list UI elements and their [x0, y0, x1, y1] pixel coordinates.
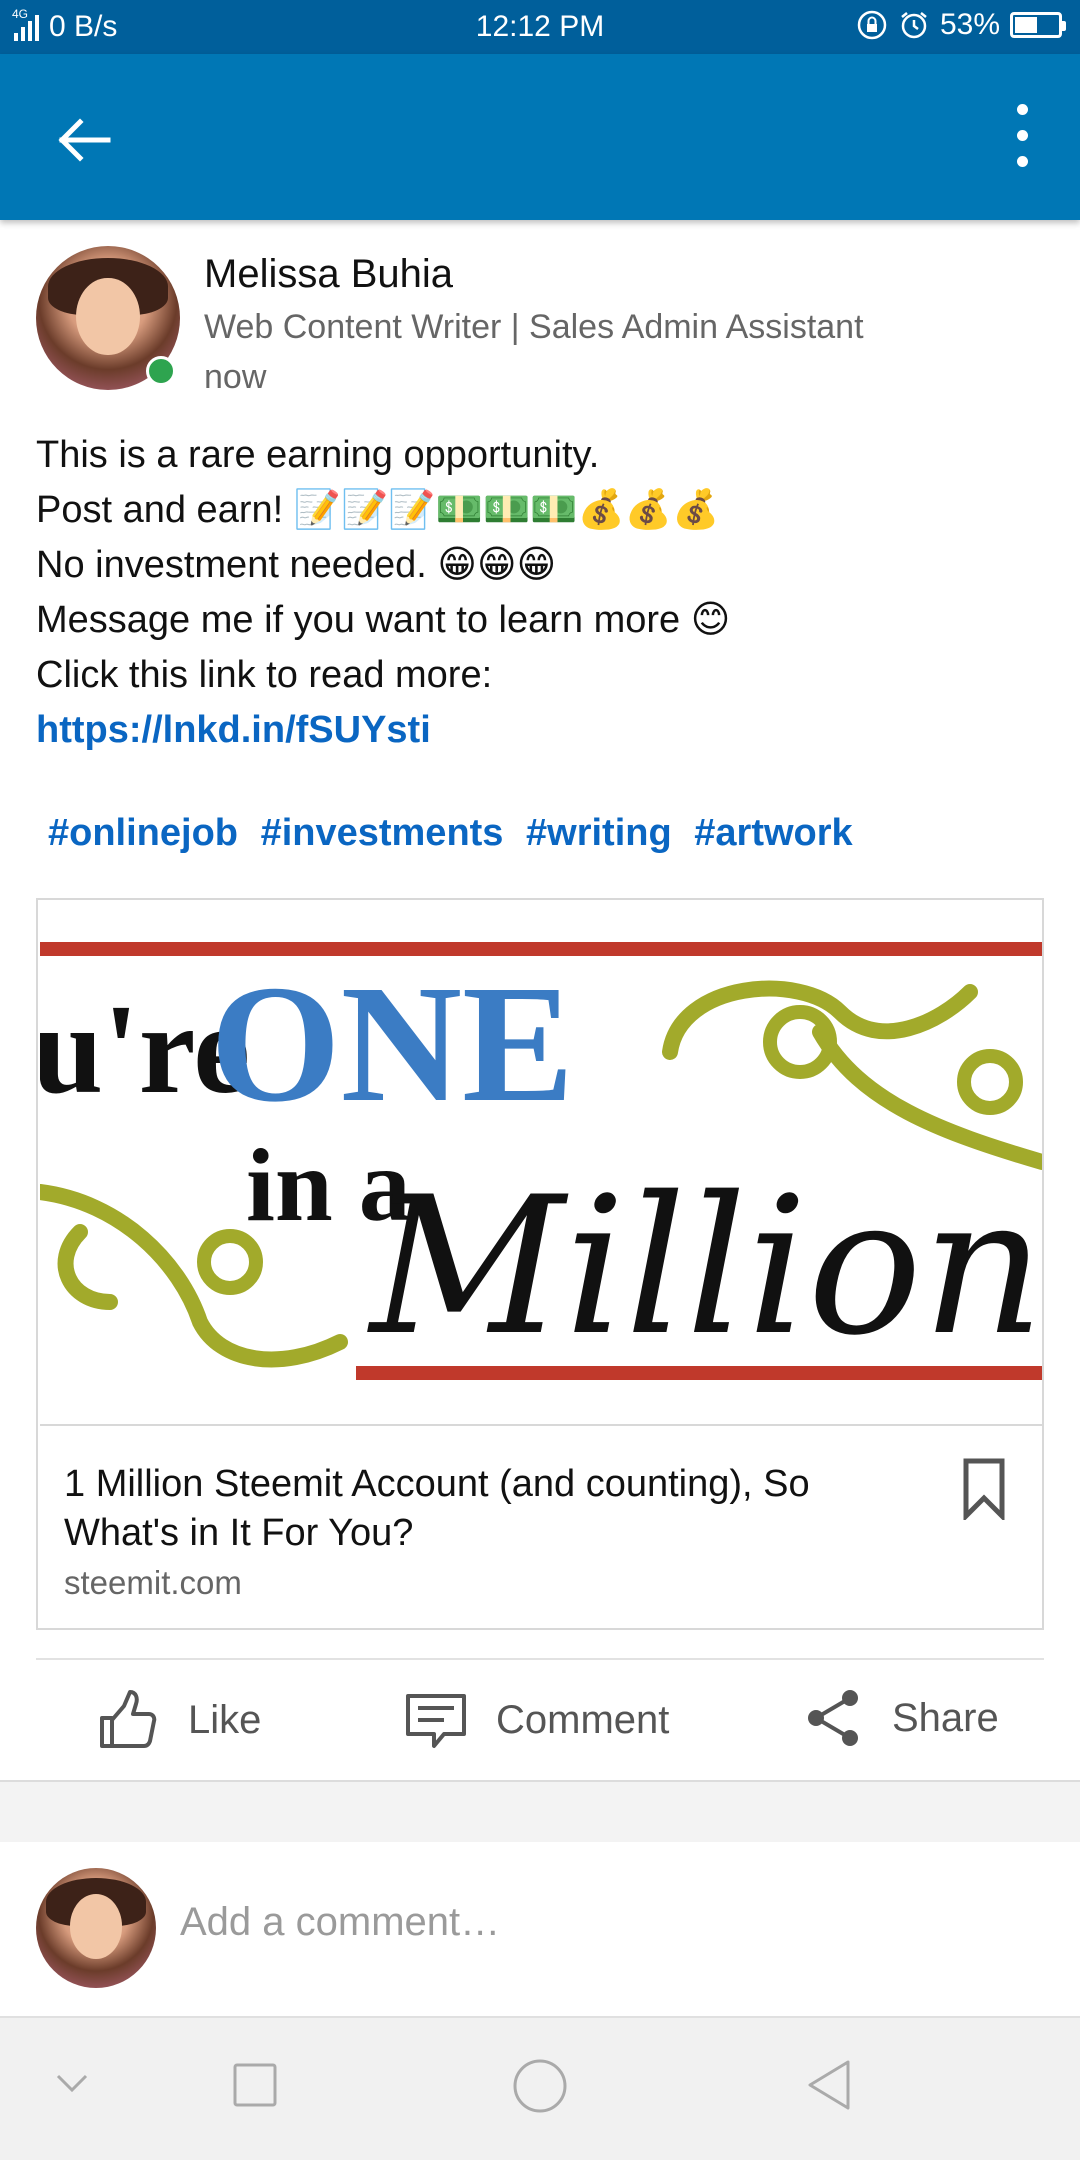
battery-percent: 53% — [939, 8, 1000, 41]
back-nav-icon[interactable] — [804, 2058, 854, 2112]
article-card[interactable]: u're ONE in a Million 1 Million Steemit … — [36, 898, 1044, 1630]
lock-rotation-icon — [857, 10, 887, 40]
more-vertical-icon — [1004, 104, 1040, 167]
like-button[interactable]: Like — [96, 1688, 261, 1752]
hashtag-artwork[interactable]: #artwork — [694, 812, 852, 854]
banner-text-million: Million — [367, 1156, 1042, 1377]
battery-icon — [1010, 12, 1066, 38]
post-actions: Like Comment Share — [0, 1664, 1080, 1774]
comment-label: Comment — [496, 1697, 670, 1742]
share-label: Share — [892, 1695, 999, 1740]
post-text-line: Click this link to read more: — [36, 654, 493, 696]
chevron-down-icon[interactable] — [52, 2062, 92, 2102]
banner-text-one: ONE — [210, 951, 574, 1137]
recent-apps-icon[interactable] — [232, 2062, 278, 2108]
home-icon[interactable] — [512, 2058, 568, 2114]
alarm-icon — [901, 12, 927, 39]
signal-icon: 4G — [12, 7, 39, 41]
author-headline: Web Content Writer | Sales Admin Assista… — [204, 308, 864, 346]
system-nav-bar — [0, 2016, 1080, 2160]
comment-button[interactable]: Comment — [404, 1688, 669, 1752]
app-bar — [0, 54, 1080, 220]
article-image[interactable]: u're ONE in a Million — [40, 902, 1042, 1426]
comment-bar: Add a comment… — [0, 1842, 1080, 2014]
post-text-line: This is a rare earning opportunity. — [36, 434, 600, 476]
post-text-line: Message me if you want to learn more 😊 — [36, 599, 731, 641]
thumbs-up-icon — [100, 1690, 157, 1748]
arrow-left-icon — [58, 118, 111, 162]
network-speed: 0 B/s — [49, 10, 118, 43]
post-text: This is a rare earning opportunity. Post… — [36, 428, 730, 758]
bookmark-icon — [963, 1458, 1005, 1523]
current-user-avatar — [36, 1868, 156, 1988]
post-text-line: No investment needed. 😁😁😁 — [36, 544, 557, 586]
status-bar: 4G 0 B/s 12:12 PM 53% — [0, 0, 1080, 54]
one-in-a-million-banner: u're ONE in a Million — [40, 942, 1042, 1380]
hashtag-investments[interactable]: #investments — [261, 812, 504, 854]
battery-fill — [1015, 17, 1037, 33]
author-name[interactable]: Melissa Buhia — [204, 252, 453, 297]
card-divider — [36, 1658, 1044, 1660]
share-button[interactable]: Share — [804, 1688, 999, 1748]
save-article-button[interactable] — [962, 1458, 1006, 1523]
like-label: Like — [188, 1697, 262, 1742]
back-button[interactable] — [48, 106, 118, 176]
network-type: 4G — [12, 7, 29, 21]
post-text-line: Post and earn! 📝📝📝💵💵💵💰💰💰 — [36, 489, 720, 531]
post-timestamp: now — [204, 358, 267, 396]
more-options-button[interactable] — [1004, 104, 1040, 174]
comment-input[interactable]: Add a comment… — [180, 1900, 500, 1945]
share-icon — [808, 1690, 858, 1746]
online-status-indicator — [146, 356, 176, 386]
comment-icon — [406, 1694, 466, 1748]
article-title[interactable]: 1 Million Steemit Account (and counting)… — [64, 1460, 904, 1558]
hashtag-writing[interactable]: #writing — [526, 812, 672, 854]
section-spacer — [0, 1782, 1080, 1842]
hashtag-list: #onlinejob #investments #writing #artwor… — [48, 812, 863, 855]
hashtag-onlinejob[interactable]: #onlinejob — [48, 812, 238, 854]
post-link[interactable]: https://lnkd.in/fSUYsti — [36, 703, 730, 758]
article-domain: steemit.com — [64, 1564, 242, 1601]
